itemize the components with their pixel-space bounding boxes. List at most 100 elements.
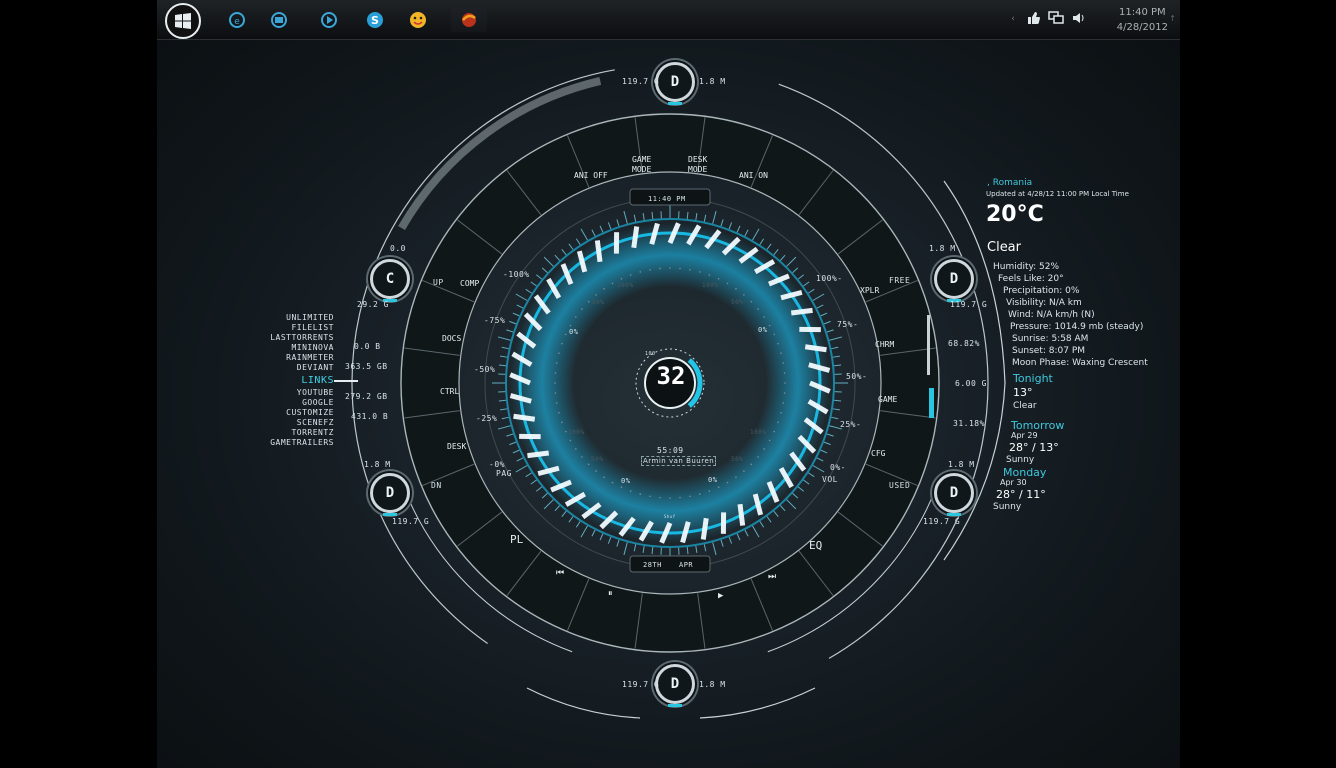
inner-tick-10: 100% xyxy=(568,429,585,436)
inner-tick-0: 0% xyxy=(569,328,579,336)
link-google[interactable]: GOOGLE xyxy=(270,398,334,408)
link-gametrailers[interactable]: GAMETRAILERS xyxy=(270,438,334,448)
desk-mode-label-2: MODE xyxy=(688,165,708,174)
hud-date-month: APR xyxy=(679,561,694,569)
previous-button[interactable]: ⏮ xyxy=(556,568,564,578)
inner-tick-8: 100% xyxy=(617,282,634,289)
shuffle-label: Shuf xyxy=(664,514,676,519)
weather-tonight-temp: 13° xyxy=(1013,386,1033,399)
drive-d-top-free: 1.8 M xyxy=(699,77,726,86)
weather-updated: Updated at 4/28/12 11:00 PM Local Time xyxy=(986,190,1129,198)
ani-on-button[interactable]: ANI ON xyxy=(739,171,768,181)
eq-button[interactable]: EQ xyxy=(809,540,822,551)
weather-monday-temp: 28° / 11° xyxy=(996,488,1046,501)
net-stat-3: 431.0 B xyxy=(351,412,389,421)
left-scale-25: -25% xyxy=(476,414,498,423)
free-label: FREE xyxy=(889,276,911,285)
next-button[interactable]: ⏭ xyxy=(768,572,776,582)
drive-d-bottom-used: 119.7 G xyxy=(622,680,660,689)
drive-c-bottom: 29.2 G xyxy=(357,300,389,309)
link-filelist[interactable]: FILELIST xyxy=(270,323,334,333)
right-scale-50: 50%- xyxy=(846,372,868,381)
pause-button[interactable]: ⏸ xyxy=(608,589,613,599)
inner-tick-7: 50% xyxy=(731,456,744,463)
comp-button[interactable]: COMP xyxy=(460,279,479,289)
used-label: USED xyxy=(889,481,911,490)
weather-moon: Moon Phase: Waxing Crescent xyxy=(1012,358,1148,368)
drive-d-bottom[interactable]: D xyxy=(655,664,695,707)
drive-d-left-top: 1.8 M xyxy=(364,460,391,469)
ctrl-button[interactable]: CTRL xyxy=(440,387,459,397)
link-youtube[interactable]: YOUTUBE xyxy=(270,388,334,398)
link-deviant[interactable]: DEVIANT xyxy=(270,363,334,373)
link-torrentz[interactable]: TORRENTZ xyxy=(270,428,334,438)
drive-d-bottom-free: 1.8 M xyxy=(699,680,726,689)
drive-d-top-used: 119.7 G xyxy=(622,77,660,86)
drive-d-right-top[interactable]: D xyxy=(934,259,974,302)
link-unlimited[interactable]: UNLIMITED xyxy=(270,313,334,323)
track-time: 55:09 xyxy=(657,446,684,455)
links-header: LINKS xyxy=(301,375,334,386)
drive-d-left-bottom: 119.7 G xyxy=(392,517,430,526)
drive-d-top[interactable]: D xyxy=(655,62,695,105)
game-mode-button[interactable]: GAME MODE xyxy=(632,155,651,175)
drive-d-right-bottom-top: 1.8 M xyxy=(948,460,975,469)
play-button[interactable]: ▶ xyxy=(718,591,723,601)
inner-tick-3: 0% xyxy=(708,476,718,484)
drive-d-left-letter: D xyxy=(385,485,395,501)
weather-tomorrow-cond: Sunny xyxy=(1006,455,1035,465)
inner-tick-5: 50% xyxy=(731,299,744,306)
link-lasttorrents[interactable]: LASTTORRENTS xyxy=(270,333,334,343)
hud-overlay: 11:40 PM 28TH APR 32 100 55:09 Armin van… xyxy=(0,0,1336,768)
vol-label: VOL xyxy=(822,475,838,484)
weather-location: , Romania xyxy=(987,178,1033,188)
docs-button[interactable]: DOCS xyxy=(442,334,461,344)
drive-d-left[interactable]: D xyxy=(370,473,410,516)
left-scale-50: -50% xyxy=(474,365,496,374)
game-mode-label-2: MODE xyxy=(632,165,652,174)
net-stat-2: 279.2 GB xyxy=(345,392,388,401)
chrm-button[interactable]: CHRM xyxy=(875,340,894,350)
link-mininova[interactable]: MININOVA xyxy=(270,343,334,353)
cfg-button[interactable]: CFG xyxy=(871,449,885,459)
desk-mode-label-1: DESK xyxy=(688,155,708,164)
xplr-button[interactable]: XPLR xyxy=(860,286,879,296)
link-customize[interactable]: CUSTOMIZE xyxy=(270,408,334,418)
net-stat-1: 363.5 GB xyxy=(345,362,388,371)
weather-tomorrow-date: Apr 29 xyxy=(1011,431,1038,440)
ani-off-button[interactable]: ANI OFF xyxy=(574,171,608,181)
weather-monday-cond: Sunny xyxy=(993,502,1022,512)
left-scale-100: -100% xyxy=(503,270,530,279)
weather-feels-like: Feels Like: 20° xyxy=(998,274,1064,284)
game-mode-label-1: GAME xyxy=(632,155,652,164)
net-stat-0: 0.0 B xyxy=(354,342,381,351)
drive-d-right-bottom-letter: D xyxy=(949,485,959,501)
drive-d-right-top-top: 1.8 M xyxy=(929,244,956,253)
weather-sunset: Sunset: 8:07 PM xyxy=(1012,346,1086,356)
weather-temp: 20°C xyxy=(986,202,1044,227)
game-button[interactable]: GAME xyxy=(878,395,897,405)
dn-label[interactable]: DN xyxy=(431,481,442,490)
desk-mode-button[interactable]: DESK MODE xyxy=(688,155,707,175)
drive-c[interactable]: C xyxy=(370,259,410,302)
link-rainmeter[interactable]: RAINMETER xyxy=(270,353,334,363)
inner-tick-6: 50% xyxy=(591,456,604,463)
weather-visibility: Visibility: N/A km xyxy=(1006,298,1082,308)
weather-tonight-label: Tonight xyxy=(1013,372,1053,385)
links-indicator xyxy=(334,380,358,382)
desk-button[interactable]: DESK xyxy=(447,442,466,452)
link-scenefz[interactable]: SCENEFZ xyxy=(270,418,334,428)
hud-date-day: 28TH xyxy=(643,561,662,569)
weather-pressure: Pressure: 1014.9 mb (steady) xyxy=(1010,322,1144,332)
pl-button[interactable]: PL xyxy=(510,534,523,545)
inner-tick-11: 100% xyxy=(750,429,767,436)
inner-tick-4: 50% xyxy=(592,299,605,306)
weather-tonight-cond: Clear xyxy=(1013,401,1037,411)
weather-tomorrow-temp: 28° / 13° xyxy=(1009,441,1059,454)
drive-d-bottom-letter: D xyxy=(670,676,680,692)
weather-monday-date: Apr 30 xyxy=(1000,478,1027,487)
track-artist[interactable]: Armin van Buuren xyxy=(641,456,717,466)
drive-d-right-bottom[interactable]: D xyxy=(934,473,974,516)
up-label[interactable]: UP xyxy=(433,278,444,287)
drive-c-top: 0.0 xyxy=(390,244,406,253)
